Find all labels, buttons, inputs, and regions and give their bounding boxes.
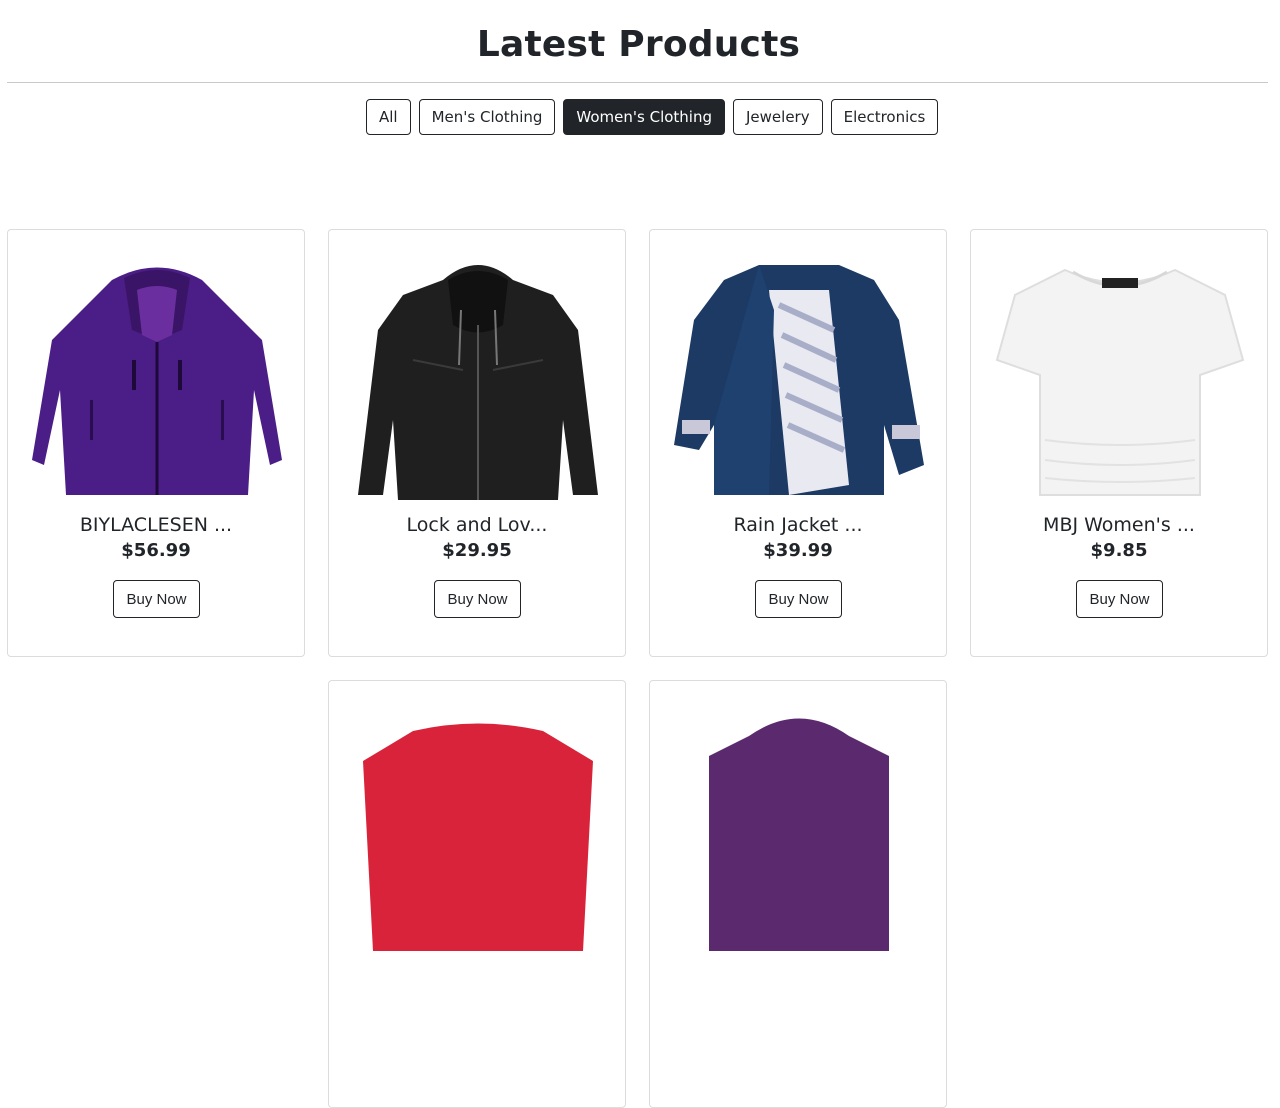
product-card: Rain Jacket ... $39.99 Buy Now (649, 229, 947, 657)
product-image (358, 265, 598, 500)
product-title: Rain Jacket ... (733, 514, 863, 536)
product-price: $56.99 (121, 540, 191, 561)
product-image (363, 723, 593, 951)
buy-now-button[interactable]: Buy Now (755, 580, 842, 618)
filter-jewelery-button[interactable]: Jewelery (733, 99, 823, 135)
filter-all-button[interactable]: All (366, 99, 411, 135)
product-card (328, 680, 626, 1108)
product-card: Lock and Lov... $29.95 Buy Now (328, 229, 626, 657)
product-title: BIYLACLESEN ... (79, 514, 233, 536)
product-image (709, 718, 889, 951)
product-price: $9.85 (1090, 540, 1148, 561)
category-filter-bar: All Men's Clothing Women's Clothing Jewe… (366, 99, 939, 135)
product-image (995, 268, 1245, 496)
product-title: Lock and Lov... (406, 514, 548, 536)
filter-mens-clothing-button[interactable]: Men's Clothing (418, 99, 556, 135)
buy-now-button[interactable]: Buy Now (113, 580, 200, 618)
buy-now-button[interactable]: Buy Now (1076, 580, 1163, 618)
product-card: BIYLACLESEN ... $56.99 Buy Now (7, 229, 305, 657)
product-card (649, 680, 947, 1108)
page-title: Latest Products (476, 24, 801, 65)
product-price: $29.95 (442, 540, 512, 561)
product-card: MBJ Women's ... $9.85 Buy Now (970, 229, 1268, 657)
product-price: $39.99 (763, 540, 833, 561)
buy-now-button[interactable]: Buy Now (434, 580, 521, 618)
filter-electronics-button[interactable]: Electronics (830, 99, 939, 135)
filter-womens-clothing-button[interactable]: Women's Clothing (563, 99, 725, 135)
divider (7, 82, 1268, 83)
product-title: MBJ Women's ... (1043, 514, 1195, 536)
product-image (674, 265, 924, 495)
product-image (32, 267, 282, 495)
